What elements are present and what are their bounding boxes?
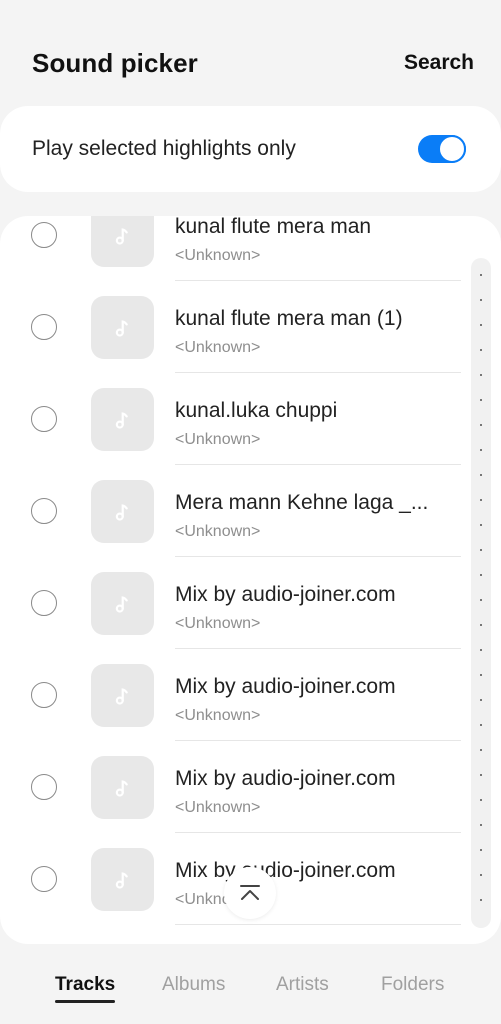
track-title: Mix by audio-joiner.com bbox=[175, 675, 396, 698]
scroll-index-dot bbox=[480, 299, 482, 301]
scroll-index-dot bbox=[480, 624, 482, 626]
scroll-index-dot bbox=[480, 774, 482, 776]
track-title: kunal flute mera man (1) bbox=[175, 307, 403, 330]
track-title: Mix by audio-joiner.com bbox=[175, 583, 396, 606]
track-row[interactable]: kunal flute mera man <Unknown> bbox=[0, 216, 501, 281]
track-title: kunal.luka chuppi bbox=[175, 399, 338, 422]
scroll-index-dot bbox=[480, 749, 482, 751]
track-select-radio[interactable] bbox=[31, 406, 57, 432]
track-row[interactable]: Mera mann Kehne laga _... <Unknown> bbox=[0, 465, 501, 557]
scroll-index-dot bbox=[480, 874, 482, 876]
highlights-setting-card: Play selected highlights only bbox=[0, 106, 501, 192]
tab-label: Artists bbox=[276, 974, 329, 995]
scroll-index-dot bbox=[480, 474, 482, 476]
album-art-tile bbox=[91, 756, 154, 819]
scroll-index-dot bbox=[480, 274, 482, 276]
album-art-tile bbox=[91, 664, 154, 727]
tab-label: Folders bbox=[381, 974, 445, 995]
music-note-icon bbox=[112, 869, 134, 891]
scroll-index-dot bbox=[480, 424, 482, 426]
track-select-radio[interactable] bbox=[31, 314, 57, 340]
track-row[interactable]: kunal.luka chuppi <Unknown> bbox=[0, 373, 501, 465]
track-title: Mix by audio-joiner.com bbox=[175, 859, 396, 882]
tab-albums[interactable]: Albums bbox=[162, 974, 225, 996]
bottom-tab-bar: Tracks Albums Artists Folders bbox=[0, 960, 501, 1024]
scroll-index-dot bbox=[480, 524, 482, 526]
search-button[interactable]: Search bbox=[404, 51, 474, 75]
track-title: Mera mann Kehne laga _... bbox=[175, 491, 429, 514]
scroll-index-dot bbox=[480, 549, 482, 551]
track-list-scroll[interactable]: kunal flute mera man <Unknown> kunal flute… bbox=[0, 216, 501, 925]
track-select-radio[interactable] bbox=[31, 774, 57, 800]
tab-artists[interactable]: Artists bbox=[276, 974, 329, 996]
scroll-index-dot bbox=[480, 649, 482, 651]
music-note-icon bbox=[112, 685, 134, 707]
scroll-index-dot bbox=[480, 724, 482, 726]
track-row[interactable]: Mix by audio-joiner.com <Unknown> bbox=[0, 649, 501, 741]
track-list: kunal flute mera man <Unknown> kunal flute… bbox=[0, 216, 501, 944]
music-note-icon bbox=[112, 409, 134, 431]
track-title: Mix by audio-joiner.com bbox=[175, 767, 396, 790]
album-art-tile bbox=[91, 388, 154, 451]
music-note-icon bbox=[112, 317, 134, 339]
music-note-icon bbox=[112, 593, 134, 615]
album-art-tile bbox=[91, 296, 154, 359]
track-artist: <Unknown> bbox=[175, 339, 261, 356]
tab-label: Albums bbox=[162, 974, 226, 995]
scroll-index-dot bbox=[480, 899, 482, 901]
track-title: kunal flute mera man bbox=[175, 216, 372, 238]
fast-scroll-bar[interactable] bbox=[471, 258, 491, 928]
tab-folders[interactable]: Folders bbox=[381, 974, 444, 996]
tab-label: Tracks bbox=[55, 974, 116, 995]
album-art-tile bbox=[91, 216, 154, 267]
music-note-icon bbox=[112, 501, 134, 523]
page-title: Sound picker bbox=[32, 48, 198, 78]
tab-tracks[interactable]: Tracks bbox=[55, 974, 116, 1003]
album-art-tile bbox=[91, 572, 154, 635]
track-row[interactable]: Mix by audio-joiner.com <Unknown> bbox=[0, 741, 501, 833]
highlights-toggle-label: Play selected highlights only bbox=[32, 137, 296, 160]
scroll-index-dot bbox=[480, 824, 482, 826]
track-artist: <Unknown> bbox=[175, 431, 261, 448]
scroll-index-dot bbox=[480, 349, 482, 351]
track-select-radio[interactable] bbox=[31, 498, 57, 524]
scroll-index-dot bbox=[480, 599, 482, 601]
toggle-knob bbox=[438, 135, 466, 163]
scroll-index-dot bbox=[480, 499, 482, 501]
music-note-icon bbox=[112, 225, 134, 247]
scroll-index-dot bbox=[480, 799, 482, 801]
track-artist: <Unknown> bbox=[175, 523, 261, 540]
track-select-radio[interactable] bbox=[31, 222, 57, 248]
scroll-index-dot bbox=[480, 849, 482, 851]
track-row[interactable]: kunal flute mera man (1) <Unknown> bbox=[0, 281, 501, 373]
album-art-tile bbox=[91, 848, 154, 911]
album-art-tile bbox=[91, 480, 154, 543]
scroll-index-dot bbox=[480, 449, 482, 451]
scroll-index-dot bbox=[480, 374, 482, 376]
track-select-radio[interactable] bbox=[31, 866, 57, 892]
track-artist: <Unknown> bbox=[175, 799, 261, 816]
music-note-icon bbox=[112, 777, 134, 799]
track-select-radio[interactable] bbox=[31, 590, 57, 616]
scroll-to-top-button[interactable] bbox=[224, 867, 276, 919]
scroll-index-dot bbox=[480, 699, 482, 701]
track-artist: <Unknown> bbox=[175, 247, 261, 264]
scroll-index-dot bbox=[480, 674, 482, 676]
track-artist: <Unknown> bbox=[175, 615, 261, 632]
chevron-up-to-top-icon bbox=[240, 885, 260, 900]
active-tab-indicator bbox=[55, 1000, 116, 1003]
scroll-index-dot bbox=[480, 324, 482, 326]
app-header: Sound picker Search bbox=[0, 0, 501, 105]
highlights-toggle[interactable] bbox=[418, 135, 466, 163]
track-select-radio[interactable] bbox=[31, 682, 57, 708]
scroll-index-dot bbox=[480, 399, 482, 401]
track-row[interactable]: Mix by audio-joiner.com <Unknown> bbox=[0, 557, 501, 649]
scroll-index-dot bbox=[480, 574, 482, 576]
row-divider bbox=[175, 923, 461, 925]
track-artist: <Unknown> bbox=[175, 707, 261, 724]
